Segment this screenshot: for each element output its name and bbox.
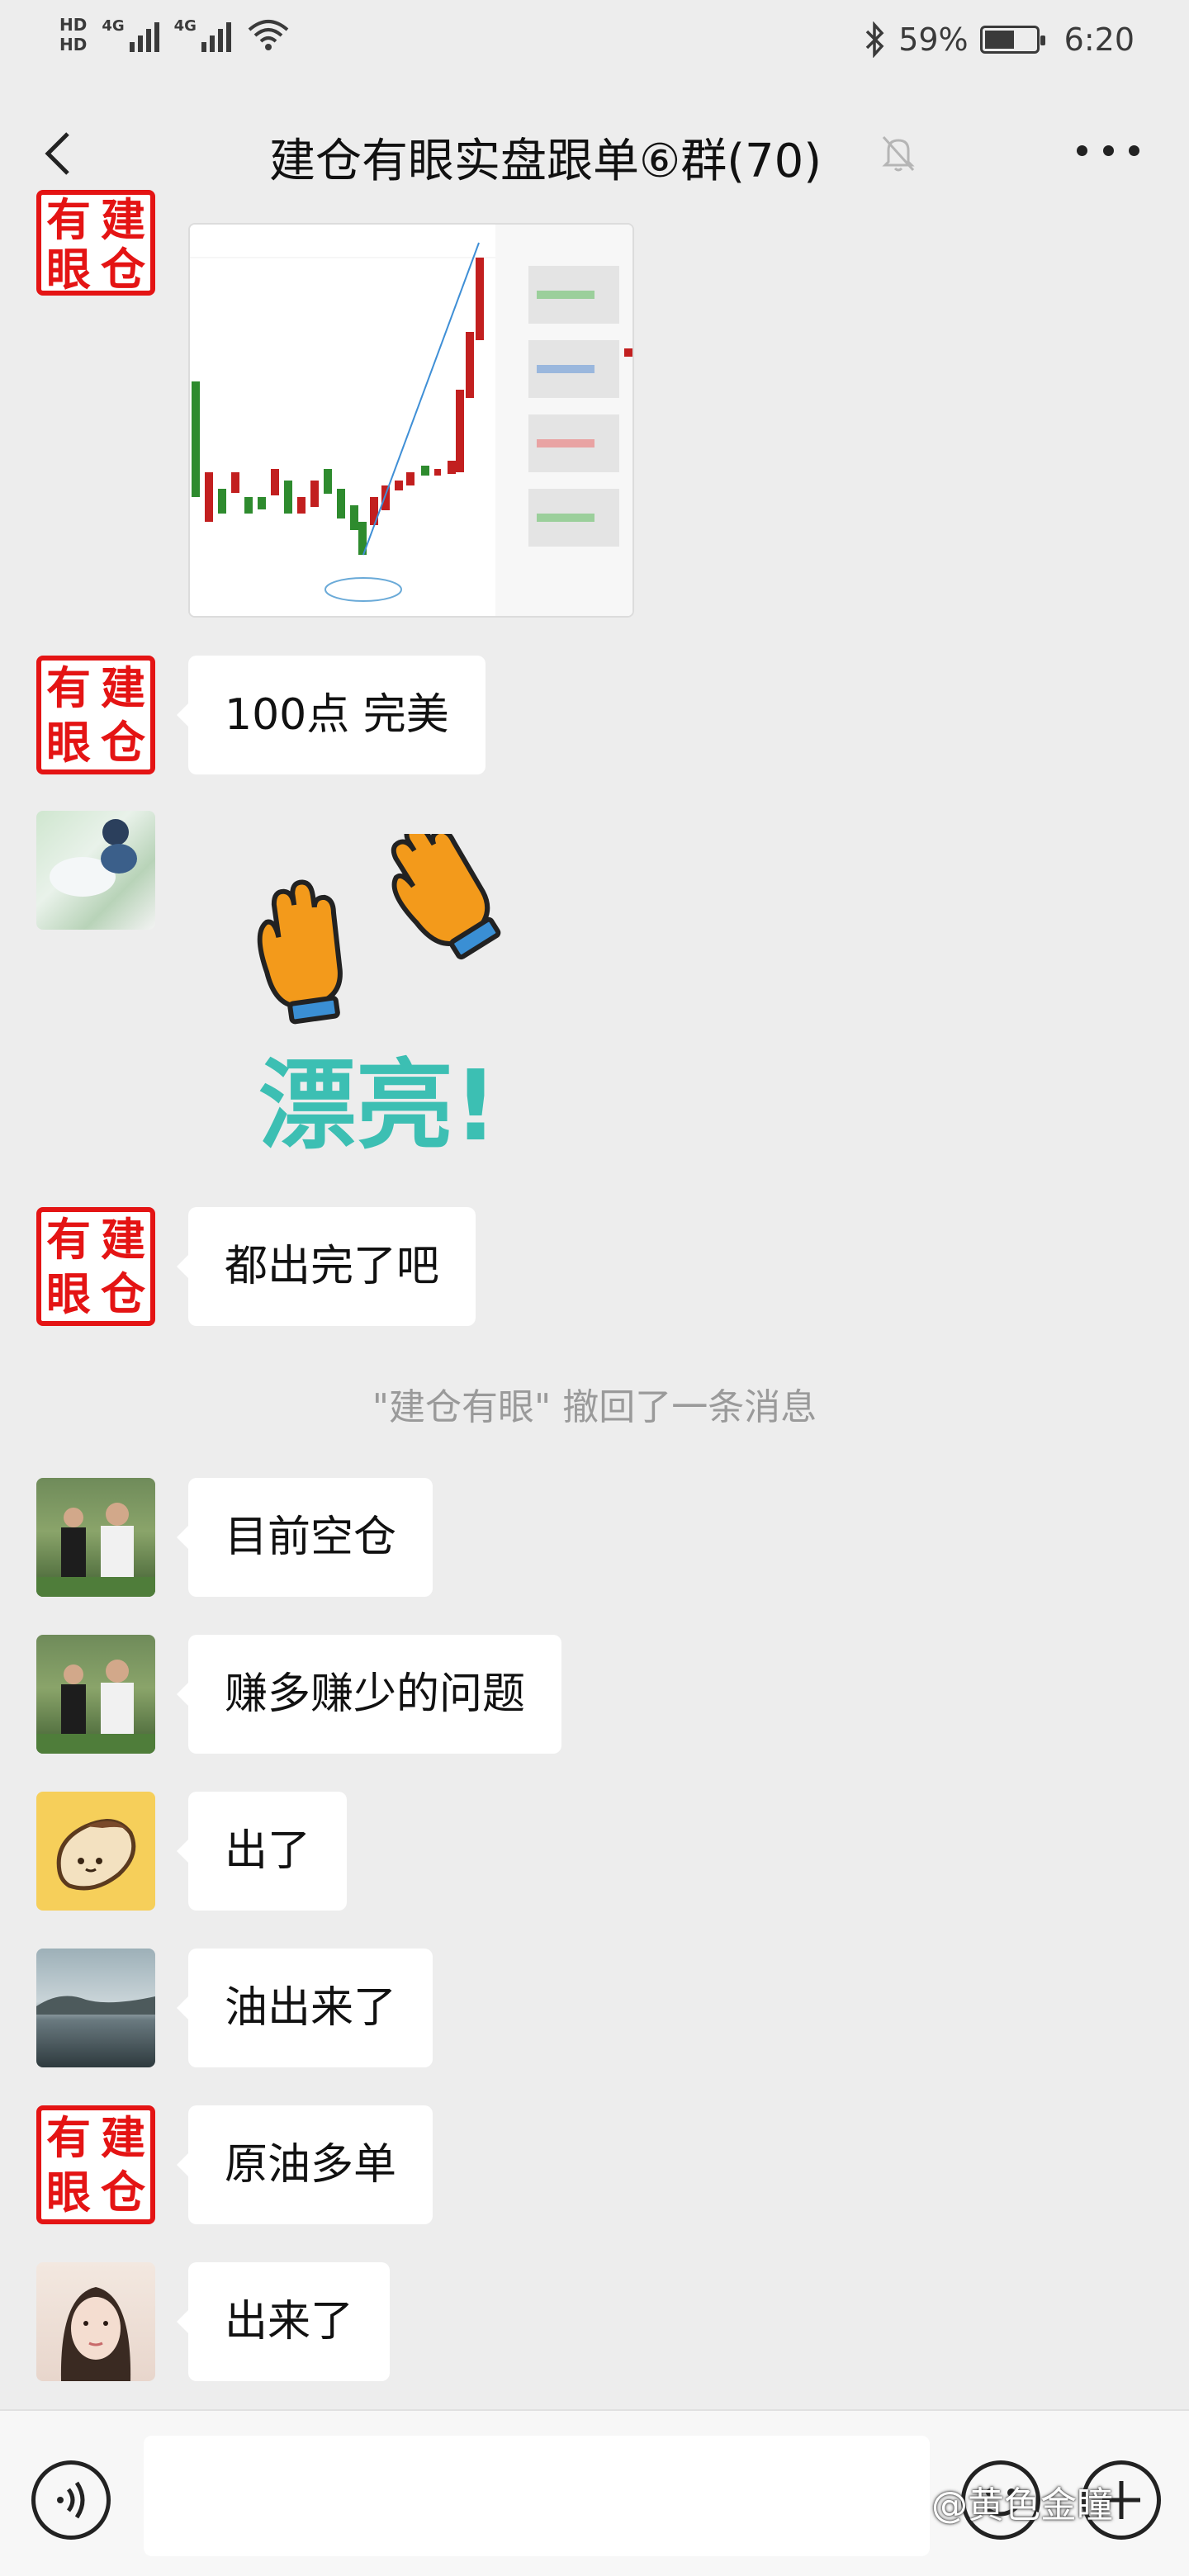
message-bubble[interactable]: 出来了 bbox=[176, 2262, 391, 2381]
message-bubble[interactable]: 原油多单 bbox=[176, 2105, 433, 2224]
message-bubble[interactable]: 都出完了吧 bbox=[176, 1207, 476, 1326]
avatar[interactable] bbox=[36, 1949, 155, 2067]
wifi-icon bbox=[248, 20, 289, 50]
avatar[interactable] bbox=[36, 1478, 155, 1597]
hd-indicator: HD HD bbox=[59, 15, 88, 54]
message-bubble[interactable]: 出了 bbox=[176, 1792, 348, 1911]
message-input[interactable] bbox=[144, 2436, 930, 2556]
clock: 6:20 bbox=[1063, 21, 1135, 58]
message-bubble[interactable]: 100点 完美 bbox=[177, 656, 486, 774]
voice-icon bbox=[57, 2481, 85, 2519]
chat-header: 建仓有眼实盘跟单⑥群(70) bbox=[0, 86, 1189, 223]
avatar[interactable] bbox=[36, 1792, 155, 1911]
voice-input-button[interactable] bbox=[31, 2460, 111, 2540]
recall-notice: "建仓有眼" 撤回了一条消息 bbox=[372, 1386, 817, 1428]
avatar[interactable]: 有建 眼仓 bbox=[36, 1207, 155, 1326]
avatar[interactable] bbox=[36, 2262, 155, 2381]
chat-title: 建仓有眼实盘跟单⑥群(70) bbox=[269, 135, 822, 188]
message-bubble[interactable]: 目前空仓 bbox=[176, 1478, 433, 1597]
status-bar: HD HD 4G 4G 59% 6:20 bbox=[0, 0, 1189, 86]
avatar[interactable] bbox=[36, 1635, 155, 1754]
message-bubble[interactable]: 赚多赚少的问题 bbox=[176, 1635, 562, 1754]
battery-percent: 59% bbox=[898, 21, 969, 58]
battery-icon bbox=[979, 26, 1045, 54]
muted-bell-icon bbox=[882, 135, 915, 172]
avatar[interactable] bbox=[36, 811, 155, 930]
bluetooth-icon bbox=[865, 21, 884, 58]
back-arrow-icon[interactable] bbox=[36, 129, 86, 178]
sticker-caption: 漂亮! bbox=[258, 1049, 498, 1156]
more-options-icon[interactable] bbox=[1077, 134, 1139, 167]
signal-icon-2: 4G bbox=[174, 17, 231, 52]
avatar[interactable]: 有建 眼仓 bbox=[36, 190, 155, 296]
chart-image-message[interactable] bbox=[188, 223, 634, 618]
signal-icon: 4G bbox=[102, 17, 159, 52]
clapping-hands-sticker[interactable]: 漂亮! bbox=[221, 834, 543, 1156]
avatar[interactable]: 有建 眼仓 bbox=[36, 656, 155, 774]
message-bubble[interactable]: 油出来了 bbox=[176, 1949, 433, 2067]
watermark: @黄色金瞳 bbox=[931, 2484, 1113, 2526]
avatar[interactable]: 有建 眼仓 bbox=[36, 2105, 155, 2224]
candlestick-chart-image bbox=[190, 225, 632, 616]
